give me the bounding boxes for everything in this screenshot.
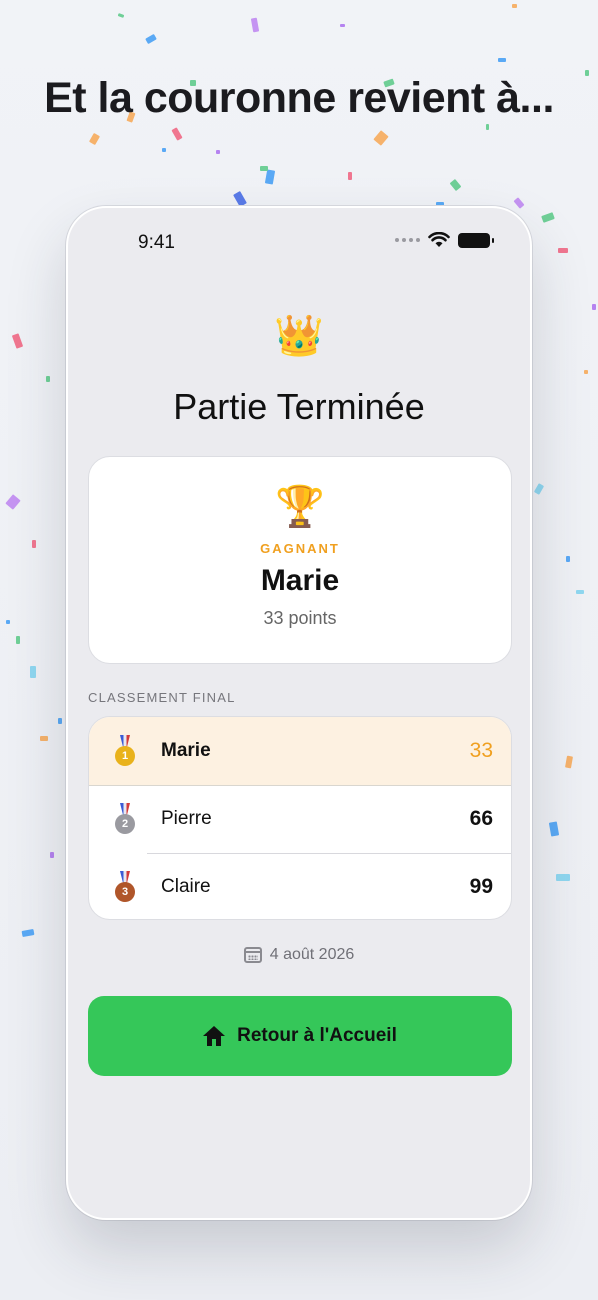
trophy-icon: 🏆	[275, 485, 325, 529]
status-bar: 9:41	[68, 208, 530, 278]
headline: Et la couronne revient à...	[44, 74, 554, 122]
signal-icon	[395, 238, 420, 242]
home-button[interactable]: Retour à l'Accueil	[88, 996, 512, 1076]
page-title: Partie Terminée	[173, 386, 425, 427]
ranking-row: 1 Marie 33	[89, 717, 511, 785]
winner-points: 33 points	[263, 608, 337, 628]
ranking-list: 1 Marie 33 2 Pierre 66 3 Claire 99	[88, 716, 512, 920]
battery-icon	[458, 232, 494, 248]
winner-card: 🏆 GAGNANT Marie 33 points	[88, 456, 512, 664]
wifi-icon	[428, 232, 450, 247]
player-name: Marie	[161, 740, 211, 761]
home-icon	[203, 1026, 226, 1046]
game-date-text: 4 août 2026	[269, 946, 355, 963]
status-icons	[395, 232, 494, 248]
phone-mockup: 9:41 👑 Partie Terminée 🏆 GAGNANT Marie 3…	[66, 206, 532, 1220]
player-name: Claire	[161, 876, 211, 897]
calendar-icon	[243, 947, 262, 963]
bronze-medal-icon: 3	[89, 871, 161, 903]
ranking-row: 2 Pierre 66	[89, 785, 511, 853]
home-button-label: Retour à l'Accueil	[237, 1025, 397, 1046]
game-date: 4 août 2026	[68, 946, 530, 964]
medal-rank-number: 2	[115, 814, 135, 834]
player-name: Pierre	[161, 808, 212, 829]
medal-rank-number: 3	[115, 882, 135, 902]
silver-medal-icon: 2	[89, 803, 161, 835]
ranking-section-label: CLASSEMENT FINAL	[88, 690, 236, 705]
player-score: 99	[469, 875, 493, 898]
gold-medal-icon: 1	[89, 735, 161, 767]
crown-icon: 👑	[274, 314, 324, 358]
player-score: 33	[469, 739, 493, 762]
winner-label: GAGNANT	[260, 541, 340, 556]
ranking-row: 3 Claire 99	[89, 853, 511, 919]
medal-rank-number: 1	[115, 746, 135, 766]
player-score: 66	[469, 807, 493, 830]
winner-name: Marie	[260, 564, 340, 597]
status-time: 9:41	[138, 232, 175, 253]
